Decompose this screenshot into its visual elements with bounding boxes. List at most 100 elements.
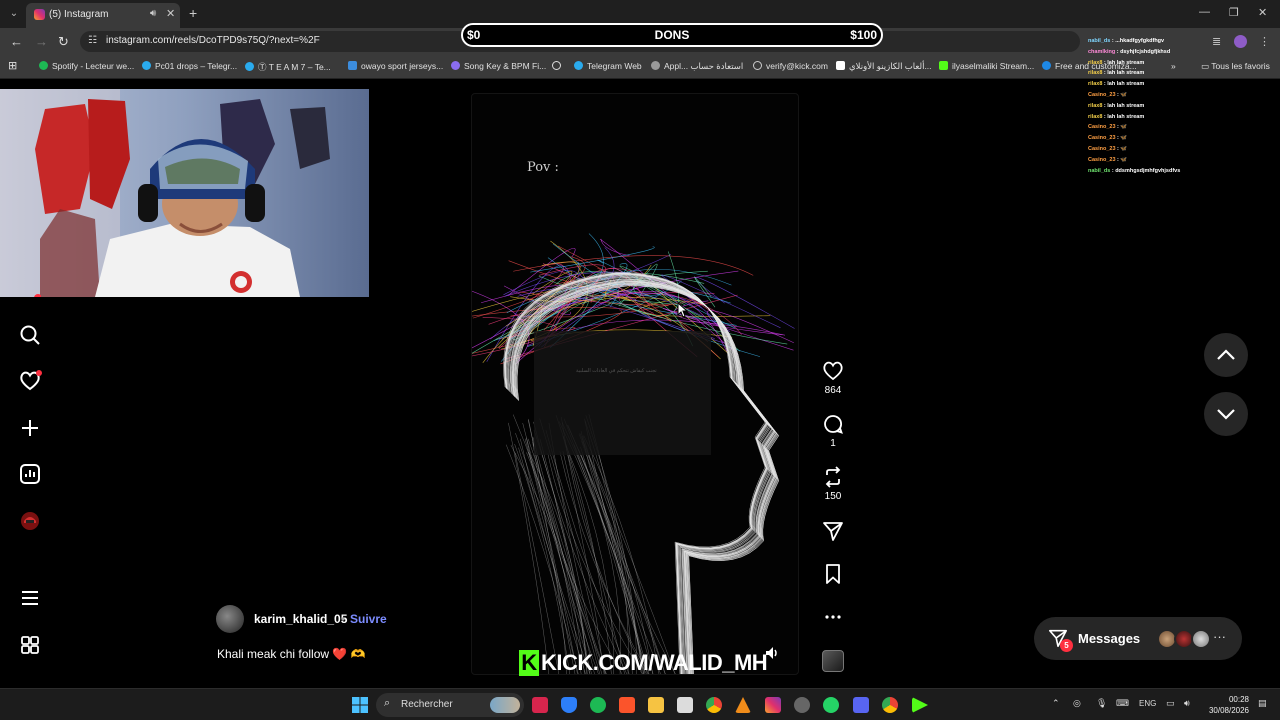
- whatsapp-icon[interactable]: [823, 697, 839, 713]
- brain-stroke: [530, 246, 655, 273]
- forward-icon[interactable]: →: [35, 34, 48, 49]
- previous-reel-button[interactable]: [1204, 333, 1248, 377]
- tab-search-icon[interactable]: ⌄: [6, 6, 22, 22]
- audio-thumbnail[interactable]: [822, 650, 844, 672]
- also-from-meta-icon[interactable]: [19, 634, 41, 656]
- separator-dot: •: [341, 612, 346, 626]
- browser-tab[interactable]: (5) Instagram 🔊︎ ✕: [26, 3, 180, 28]
- chat-username: rilax8: [1088, 113, 1103, 120]
- bookmark-item[interactable]: owayo sport jerseys...: [348, 61, 443, 71]
- neck-stroke: [561, 416, 647, 674]
- new-tab-icon[interactable]: +: [189, 5, 197, 21]
- microphone-icon[interactable]: 🎙︎: [1096, 698, 1107, 709]
- spotify-icon[interactable]: [590, 697, 606, 713]
- chat-message: rilax8 : lah lah stream: [1088, 68, 1278, 79]
- notification-center-icon[interactable]: ▤: [1258, 698, 1267, 709]
- taskbar-search-field[interactable]: ⌕ Rechercher: [376, 693, 524, 717]
- more-options-button[interactable]: [819, 606, 847, 628]
- instagram-icon[interactable]: [765, 697, 781, 713]
- tray-expand-icon[interactable]: ⌃: [1052, 698, 1060, 709]
- minimize-icon[interactable]: —: [1199, 6, 1210, 18]
- kick-channel-label: KICK.COM/WALID_MH: [541, 650, 768, 675]
- close-window-icon[interactable]: ✕: [1258, 6, 1267, 19]
- dashboard-chart-icon[interactable]: [19, 463, 41, 485]
- chat-message: rilax8 : lah lah stream: [1088, 79, 1278, 90]
- search-placeholder: Rechercher: [401, 699, 453, 710]
- neck-stroke: [561, 422, 646, 674]
- chat-username: Casino_23: [1088, 124, 1116, 131]
- app-icon-shield[interactable]: [561, 697, 577, 713]
- brain-stroke: [694, 277, 795, 329]
- messages-button[interactable]: 5 Messages ···: [1034, 617, 1242, 660]
- bookmark-item[interactable]: Appl... استعادة حساب: [651, 61, 743, 72]
- close-tab-icon[interactable]: ✕: [166, 7, 175, 20]
- kick-app-icon[interactable]: [912, 697, 928, 713]
- apps-grid-icon[interactable]: ⊞: [8, 59, 17, 72]
- like-button[interactable]: 864: [819, 360, 847, 396]
- vlc-icon[interactable]: [735, 697, 751, 713]
- brave-icon[interactable]: [619, 697, 635, 713]
- author-username[interactable]: karim_khalid_05: [254, 612, 347, 626]
- menu-hamburger-icon[interactable]: [19, 587, 41, 609]
- bookmark-item[interactable]: [552, 61, 565, 71]
- chat-username: rilax8: [1088, 59, 1103, 66]
- bookmark-item[interactable]: Ⓣ T E A M 7 – Te...: [245, 61, 331, 73]
- keyboard-icon[interactable]: ⌨: [1116, 698, 1129, 709]
- repost-button[interactable]: 150: [819, 466, 847, 502]
- comment-button[interactable]: 1: [819, 413, 847, 449]
- file-explorer-icon[interactable]: [648, 697, 664, 713]
- create-plus-icon[interactable]: [19, 417, 41, 439]
- globe-icon: [552, 61, 561, 70]
- author-avatar[interactable]: [216, 605, 244, 633]
- share-button[interactable]: [819, 520, 847, 542]
- telegram-icon: [245, 62, 254, 71]
- network-icon[interactable]: ▭: [1166, 698, 1175, 709]
- bookmark-item[interactable]: Telegram Web: [574, 61, 642, 71]
- notifications-heart-icon[interactable]: [19, 370, 42, 392]
- follow-button[interactable]: Suivre: [350, 612, 387, 626]
- tray-app-icon[interactable]: ◎: [1073, 698, 1081, 709]
- save-button[interactable]: [819, 563, 847, 585]
- neck-stroke: [581, 441, 643, 674]
- bookmark-item[interactable]: Pc01 drops – Telegr...: [142, 61, 237, 71]
- chat-text: : 🦋: [1115, 145, 1128, 152]
- bookmark-item[interactable]: ilyaselmaliki Stream...: [939, 61, 1034, 71]
- chrome-icon[interactable]: [706, 697, 722, 713]
- chrome-active-icon[interactable]: [882, 697, 898, 713]
- app-icon-red[interactable]: [532, 697, 548, 713]
- chat-text: : 🦋: [1115, 124, 1128, 131]
- clock[interactable]: 00:28 30/08/2026: [1205, 694, 1249, 716]
- clock-date: 30/08/2026: [1208, 706, 1249, 715]
- speaker-icon[interactable]: 🔊︎: [150, 8, 156, 19]
- calculator-icon[interactable]: [677, 697, 693, 713]
- windows-start-icon[interactable]: [352, 697, 368, 713]
- chat-text: : lah lah stream: [1102, 70, 1145, 77]
- bookmark-item[interactable]: ألعاب الكازينو الأونلاي...: [836, 61, 932, 72]
- neck-stroke: [522, 422, 599, 674]
- site-info-icon[interactable]: ☷: [88, 35, 97, 46]
- chat-text: : 🦋: [1115, 91, 1128, 98]
- settings-gear-icon[interactable]: [794, 697, 810, 713]
- profile-avatar-icon[interactable]: [19, 510, 41, 532]
- bookmark-item[interactable]: Song Key & BPM Fi...: [451, 61, 546, 71]
- chat-message: rilax8 : lah lah stream: [1088, 112, 1278, 123]
- brain-stroke: [600, 238, 630, 257]
- reel-video[interactable]: Pov : تجنب كيفاش تتحكم في العادات السلبي…: [471, 93, 799, 675]
- discord-icon[interactable]: [853, 697, 869, 713]
- search-icon[interactable]: [19, 324, 41, 346]
- overlay-faint-text: تجنب كيفاش تتحكم في العادات السلبية: [576, 368, 657, 374]
- restore-icon[interactable]: ❐: [1229, 6, 1239, 19]
- language-indicator[interactable]: ENG: [1139, 699, 1156, 708]
- neck-stroke: [559, 451, 649, 674]
- next-reel-button[interactable]: [1204, 392, 1248, 436]
- reload-icon[interactable]: ↻: [58, 34, 69, 50]
- bookmark-item[interactable]: Spotify - Lecteur we...: [39, 61, 134, 71]
- chat-username: Casino_23: [1088, 145, 1116, 152]
- volume-icon[interactable]: 🔊︎: [1184, 698, 1190, 709]
- telegram-icon: [142, 61, 151, 70]
- chat-message: Casino_23 : 🦋: [1088, 122, 1278, 133]
- bookmark-item[interactable]: verify@kick.com: [753, 61, 828, 71]
- comment-icon: [824, 415, 843, 434]
- embedded-clip-overlay: تجنب كيفاش تتحكم في العادات السلبية: [534, 331, 711, 455]
- back-icon[interactable]: ←: [10, 34, 23, 49]
